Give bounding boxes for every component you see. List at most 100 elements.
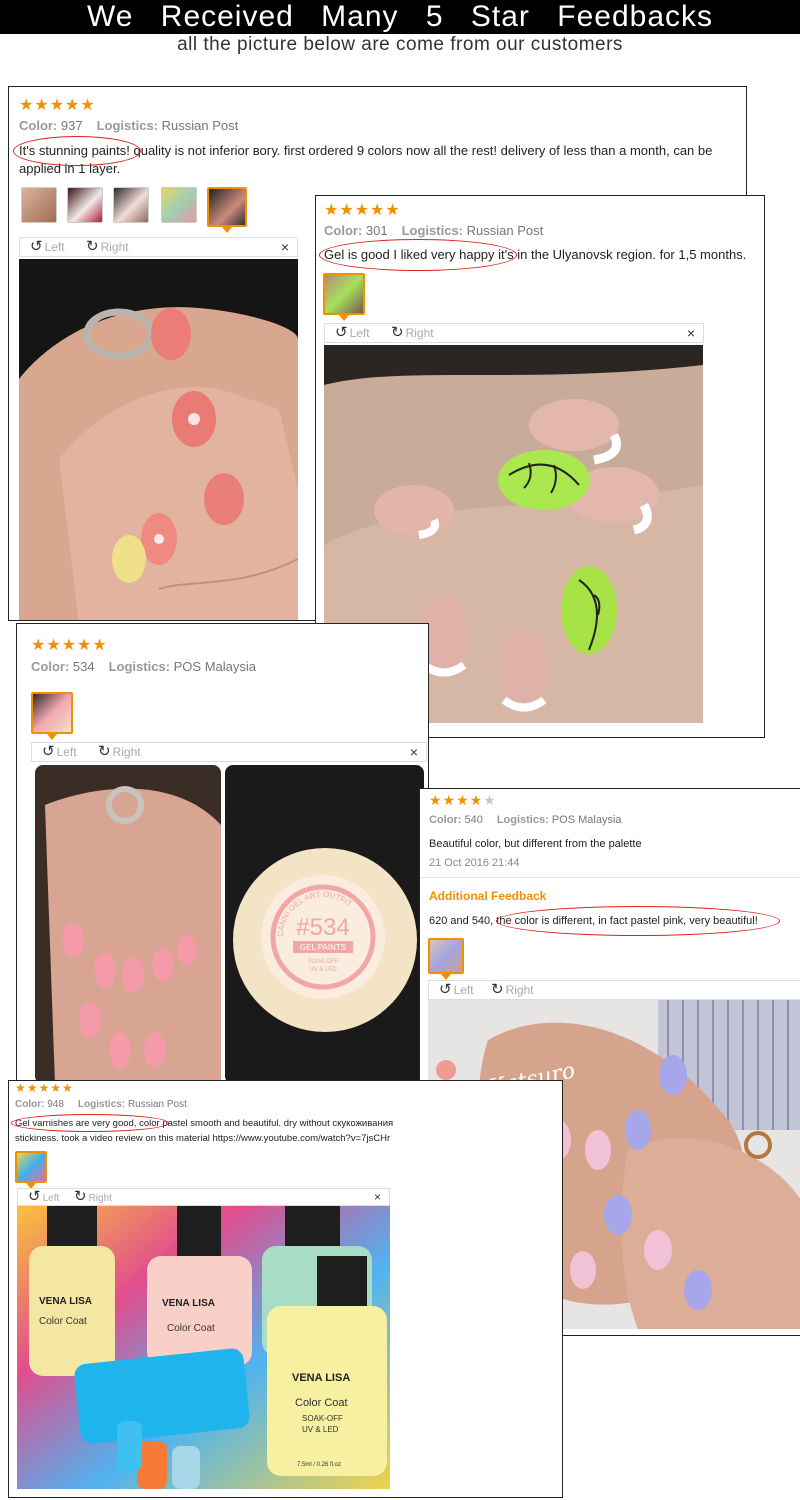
customer-photo: VENA LISA Color Coat VENA LISA Color Coa…: [17, 1206, 390, 1489]
rotate-left-button[interactable]: ↺ Left: [30, 238, 65, 256]
divider: [420, 877, 800, 878]
review-card-5: ★★★★★ Color: 948 Logistics: Russian Post …: [8, 1080, 563, 1498]
star-rating-5: ★★★★★: [324, 202, 401, 219]
rotate-left-button[interactable]: ↺ Left: [335, 324, 370, 342]
bottle-volume: 7.5ml / 0.26 fl.oz: [297, 1462, 341, 1468]
review-meta: Color: 534 Logistics: POS Malaysia: [31, 659, 256, 674]
logistics-label: Logistics:: [496, 814, 549, 826]
logistics-label: Logistics:: [77, 1099, 126, 1110]
color-label: Color:: [324, 223, 363, 238]
jar-sub-1: SOAK-OFF: [308, 959, 339, 965]
color-label: Color:: [19, 118, 58, 133]
star-rating-4: ★★★★★: [429, 792, 497, 808]
review-meta: Color: 937 Logistics: Russian Post: [19, 118, 238, 133]
color-label: Color:: [429, 814, 462, 826]
photo-thumbnail-selected[interactable]: [207, 187, 247, 233]
review-date: 21 Oct 2016 21:44: [429, 857, 520, 869]
rotate-right-button[interactable]: ↻ Right: [491, 981, 534, 999]
page-subtitle: all the picture below are come from our …: [177, 34, 623, 55]
rotate-right-icon: ↻: [391, 324, 404, 341]
rotate-left-button[interactable]: ↺ Left: [42, 743, 77, 761]
rotate-right-icon: ↻: [86, 238, 99, 255]
highlight-oval: [13, 136, 141, 166]
close-icon[interactable]: ×: [281, 238, 289, 256]
jar-number: #534: [296, 914, 349, 941]
logistics-value: Russian Post: [127, 1099, 187, 1110]
rotate-left-label: Left: [453, 983, 474, 997]
photo-thumbnail[interactable]: [113, 187, 149, 223]
logistics-label: Logistics:: [108, 659, 171, 674]
color-label: Color:: [31, 659, 70, 674]
color-label: Color:: [15, 1099, 45, 1110]
logistics-value: POS Malaysia: [551, 814, 622, 826]
bottle-product: Color Coat: [167, 1323, 215, 1334]
rotate-right-icon: ↻: [98, 743, 111, 760]
rotate-left-label: Left: [56, 745, 77, 759]
bottle-brand: VENA LISA: [39, 1296, 92, 1307]
additional-feedback-title: Additional Feedback: [429, 889, 547, 903]
color-value: 937: [60, 118, 83, 133]
photo-thumbnail[interactable]: [161, 187, 197, 223]
header-banner: We Received Many 5 Star Feedbacks: [0, 0, 800, 34]
star-rating-5: ★★★★★: [15, 1081, 74, 1095]
bottle-product: Color Coat: [39, 1316, 87, 1327]
rotate-right-button[interactable]: ↻ Right: [74, 1189, 112, 1207]
rotate-right-icon: ↻: [74, 1188, 87, 1205]
close-icon[interactable]: ×: [687, 324, 695, 342]
star-rating-5: ★★★★★: [19, 97, 96, 114]
photo-thumbnail[interactable]: [21, 187, 57, 223]
rotate-left-icon: ↺: [42, 743, 55, 760]
rotate-right-button[interactable]: ↻ Right: [86, 238, 129, 256]
rotate-left-label: Left: [349, 326, 370, 340]
photo-thumbnail-selected[interactable]: [31, 692, 73, 740]
logistics-value: POS Malaysia: [173, 659, 257, 674]
rotate-left-label: Left: [44, 240, 65, 254]
rotate-right-button[interactable]: ↻ Right: [98, 743, 141, 761]
rotate-right-button[interactable]: ↻ Right: [391, 324, 434, 342]
jar-sub-2: UV & LED: [309, 967, 337, 973]
photo-viewer-toolbar: ↺ Left ↻ Right ×: [324, 323, 704, 343]
review-text: Beautiful color, but different from the …: [429, 838, 642, 850]
rotate-left-label: Left: [42, 1193, 60, 1204]
photo-thumbnail[interactable]: [67, 187, 103, 223]
photo-viewer-toolbar: ↺ Left ↻ Right ×: [31, 742, 427, 762]
color-value: 301: [365, 223, 388, 238]
highlight-oval: [496, 906, 780, 936]
highlight-oval: [11, 1114, 169, 1132]
photo-viewer-toolbar: ↺ Left ↻ Right ×: [19, 237, 298, 257]
bottle-product: Color Coat: [295, 1397, 348, 1409]
star-rating-5: ★★★★★: [31, 637, 108, 654]
rotate-left-button[interactable]: ↺ Left: [439, 981, 474, 999]
rotate-left-icon: ↺: [30, 238, 43, 255]
photo-thumbnail-selected[interactable]: [428, 938, 464, 980]
customer-photo: [19, 259, 298, 620]
color-value: 948: [47, 1099, 64, 1110]
color-value: 540: [464, 814, 483, 826]
rotate-right-icon: ↻: [491, 981, 504, 998]
rotate-right-label: Right: [505, 983, 534, 997]
page-title: We Received Many 5 Star Feedbacks: [86, 0, 713, 33]
rotate-right-label: Right: [88, 1193, 112, 1204]
review-meta: Color: 540 Logistics: POS Malaysia: [429, 814, 622, 826]
rotate-left-icon: ↺: [28, 1188, 41, 1205]
logistics-label: Logistics:: [96, 118, 159, 133]
bottle-sub-1: SOAK-OFF: [302, 1414, 343, 1423]
rotate-right-label: Right: [100, 240, 129, 254]
photo-viewer-toolbar: ↺ Left ↻ Right ×: [17, 1188, 390, 1206]
close-icon[interactable]: ×: [374, 1189, 381, 1205]
rotate-left-icon: ↺: [335, 324, 348, 341]
rotate-right-label: Right: [112, 745, 141, 759]
logistics-value: Russian Post: [161, 118, 239, 133]
rotate-left-icon: ↺: [439, 981, 452, 998]
jar-product-name: GEL PAINTS: [300, 943, 346, 952]
bottle-sub-2: UV & LED: [302, 1425, 339, 1434]
photo-thumbnail-selected[interactable]: [15, 1151, 47, 1189]
color-value: 534: [72, 659, 95, 674]
bottle-brand: VENA LISA: [292, 1372, 350, 1384]
close-icon[interactable]: ×: [410, 743, 418, 761]
rotate-left-button[interactable]: ↺ Left: [28, 1189, 59, 1207]
highlight-oval: [319, 239, 517, 271]
photo-thumbnail-selected[interactable]: [323, 273, 365, 321]
empty-star-icon: ★: [483, 792, 497, 808]
logistics-value: Russian Post: [466, 223, 544, 238]
